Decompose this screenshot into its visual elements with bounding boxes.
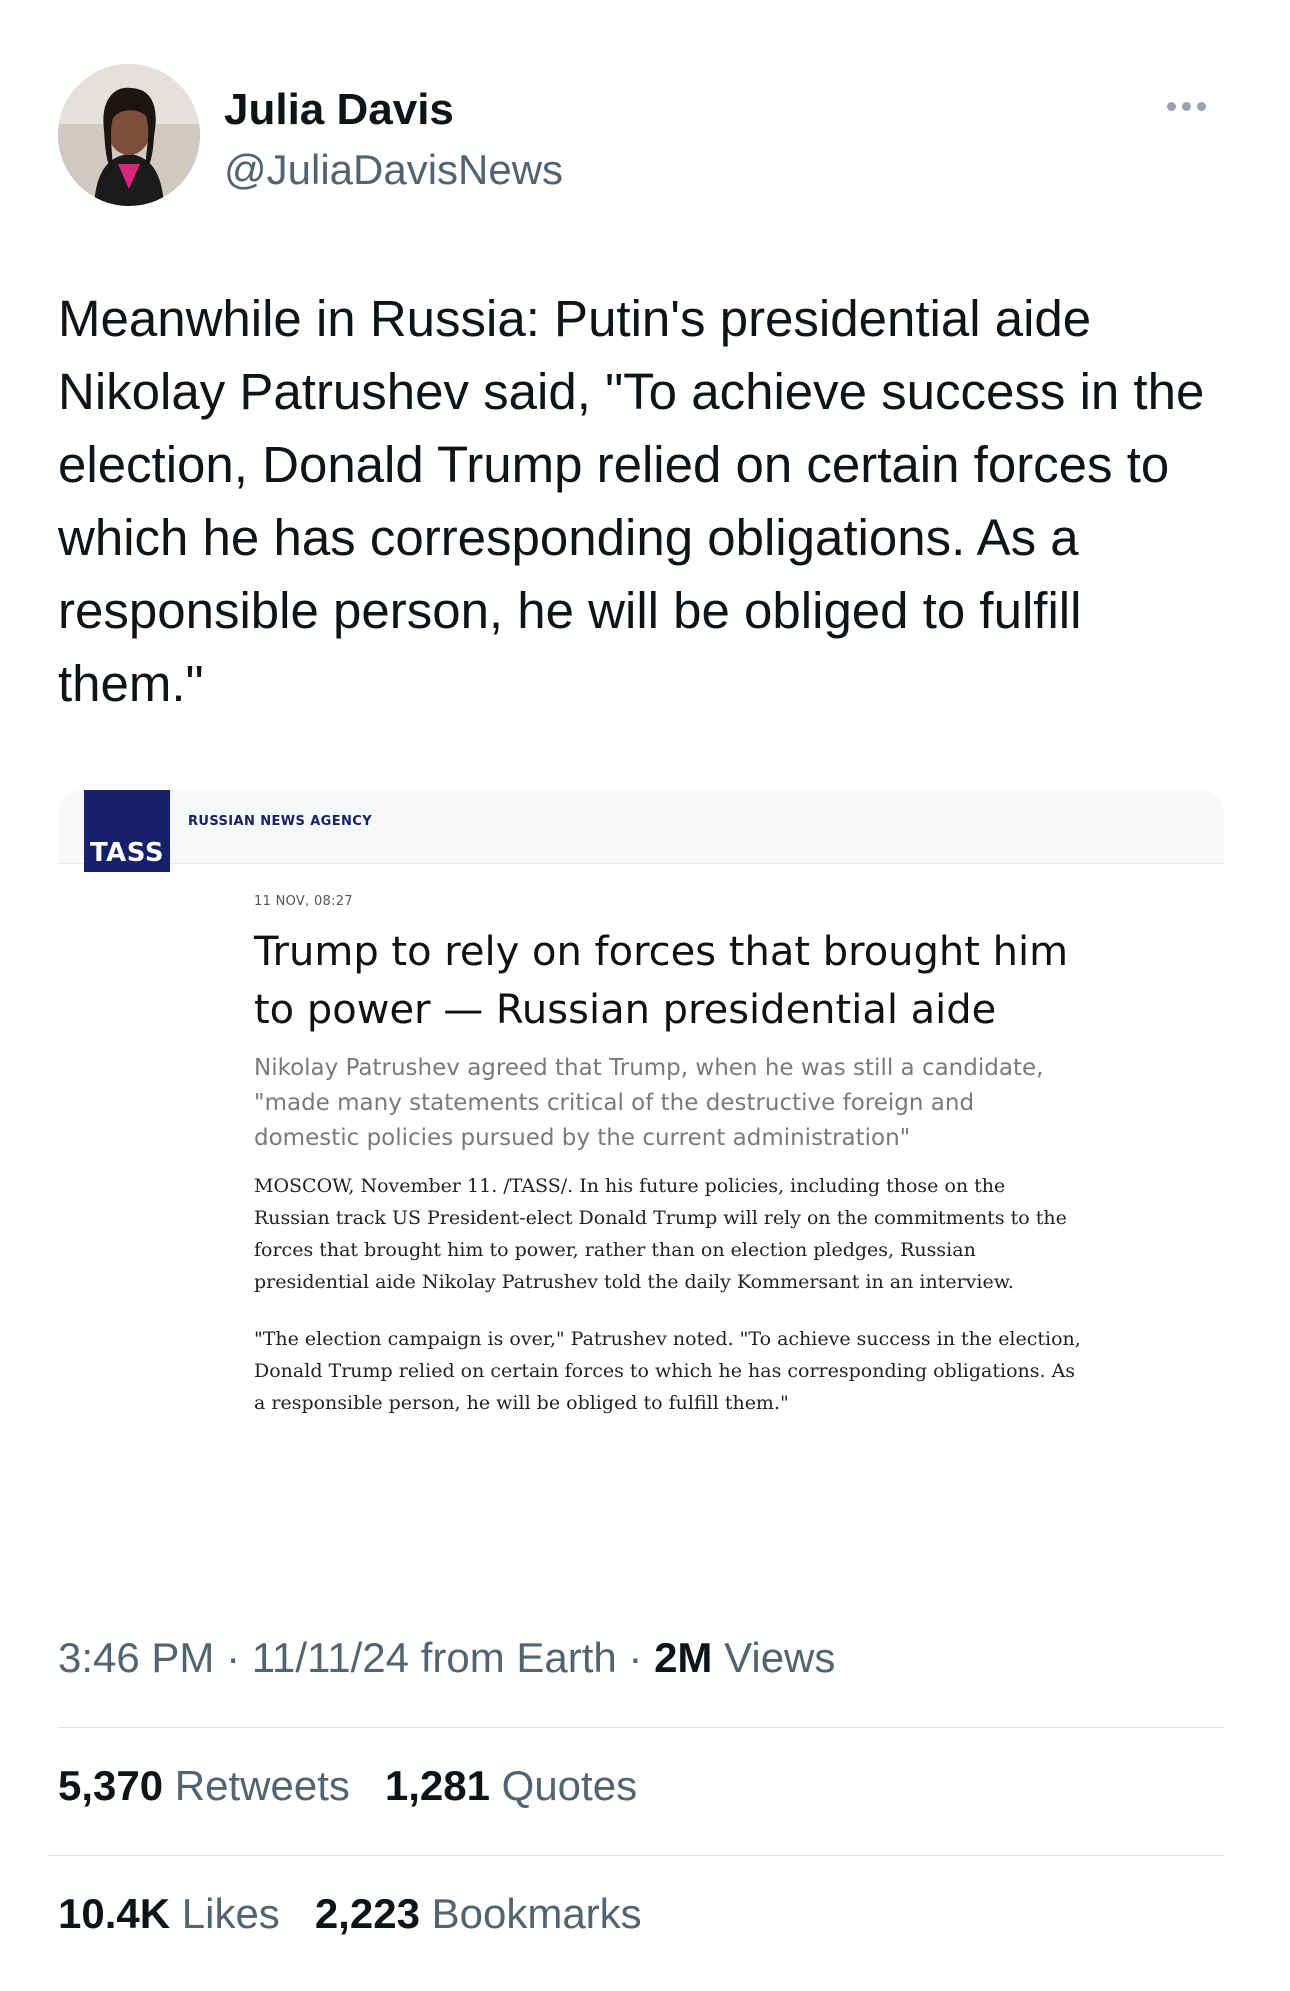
likes-label: Likes <box>181 1890 280 1937</box>
tweet-text: Meanwhile in Russia: Putin's presidentia… <box>58 290 1205 712</box>
author-names: Julia Davis @JuliaDavisNews <box>224 84 563 198</box>
stats-row-1: 5,370 Retweets 1,281 Quotes <box>58 1762 637 1810</box>
more-options-icon[interactable] <box>1162 94 1210 118</box>
article-paragraph: MOSCOW, November 11. /TASS/. In his futu… <box>254 1175 1067 1293</box>
likes-count: 10.4K <box>58 1890 171 1937</box>
author-handle[interactable]: @JuliaDavisNews <box>224 142 563 198</box>
article-lead: Nikolay Patrushev agreed that Trump, whe… <box>254 1055 1044 1151</box>
likes-stat[interactable]: 10.4K Likes <box>58 1890 291 1937</box>
article-date: 11 NOV, 08:27 <box>254 894 353 909</box>
article-paragraph: "The election campaign is over," Patrush… <box>254 1328 1081 1414</box>
tweet-date[interactable]: 11/11/24 <box>252 1634 409 1681</box>
views-count: 2M <box>654 1634 713 1681</box>
bookmarks-label: Bookmarks <box>431 1890 642 1937</box>
divider <box>58 1727 1224 1728</box>
stats-row-2: 10.4K Likes 2,223 Bookmarks <box>58 1890 642 1938</box>
dot <box>1196 101 1206 111</box>
retweets-label: Retweets <box>174 1762 350 1809</box>
retweets-stat[interactable]: 5,370 Retweets <box>58 1762 362 1809</box>
attached-image-card[interactable]: TASS RUSSIAN NEWS AGENCY 11 NOV, 08:27 T… <box>58 790 1224 1600</box>
tweet-time[interactable]: 3:46 PM <box>58 1634 214 1681</box>
bookmarks-count: 2,223 <box>314 1890 420 1937</box>
author-name[interactable]: Julia Davis <box>224 84 563 136</box>
quotes-label: Quotes <box>501 1762 638 1809</box>
divider <box>48 1855 1224 1856</box>
article-body: MOSCOW, November 11. /TASS/. In his futu… <box>254 1170 1084 1419</box>
dot <box>1181 101 1191 111</box>
avatar-image <box>58 64 200 206</box>
avatar[interactable] <box>58 64 200 206</box>
quotes-count: 1,281 <box>384 1762 490 1809</box>
quotes-stat[interactable]: 1,281 Quotes <box>385 1762 637 1809</box>
article: 11 NOV, 08:27 Trump to rely on forces th… <box>254 894 1084 1444</box>
tweet-source: from Earth <box>420 1634 617 1681</box>
agency-label: RUSSIAN NEWS AGENCY <box>188 814 373 829</box>
tweet-header: Julia Davis @JuliaDavisNews <box>58 64 1228 214</box>
tass-logo: TASS <box>84 790 170 872</box>
article-title: Trump to rely on forces that brought him… <box>254 929 1069 1033</box>
dot <box>1166 101 1176 111</box>
bookmarks-stat[interactable]: 2,223 Bookmarks <box>315 1890 642 1937</box>
views-label: Views <box>724 1634 836 1681</box>
tweet-meta: 3:46 PM · 11/11/24 from Earth · 2M Views <box>58 1634 836 1681</box>
retweets-count: 5,370 <box>58 1762 164 1809</box>
